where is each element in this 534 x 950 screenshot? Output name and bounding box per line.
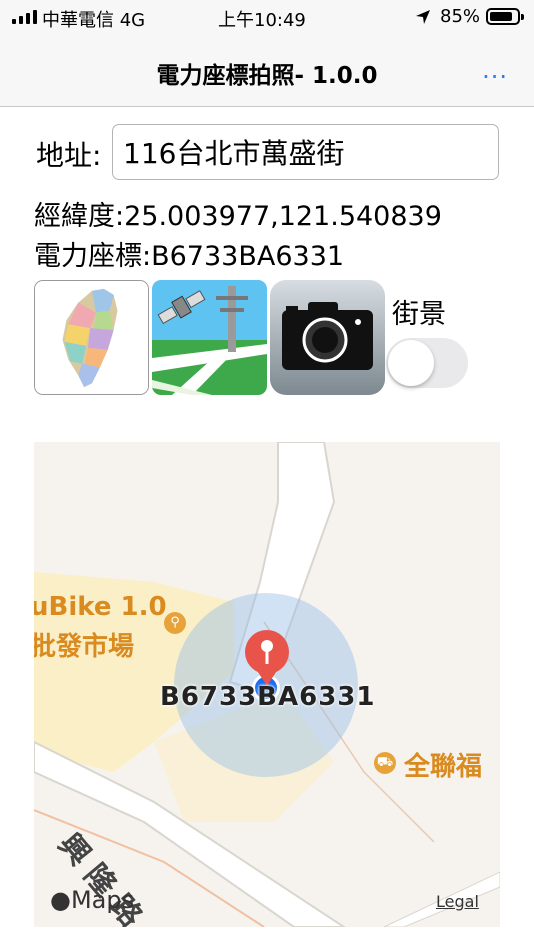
address-input[interactable] — [112, 124, 499, 180]
shopping-cart-icon: ⛟ — [374, 752, 396, 774]
camera-icon — [270, 280, 385, 395]
navigation-bar: 電力座標拍照- 1.0.0 ... — [0, 36, 534, 107]
location-arrow-icon — [416, 10, 430, 24]
satellite-pole-icon — [152, 280, 267, 395]
coordinates-label: 經緯度: — [34, 201, 125, 232]
taiwan-map-button[interactable] — [34, 280, 149, 395]
map-view[interactable]: uBike 1.0 ⚲ 批發市場 ⛟ 全聯福 興隆路一 B6733BA6331 … — [34, 442, 500, 927]
bike-icon: ⚲ — [164, 612, 186, 634]
taiwan-map-icon — [35, 281, 148, 394]
poi-ubike-label[interactable]: uBike 1.0 — [34, 592, 167, 622]
clock: 上午10:49 — [218, 10, 306, 31]
maps-logo: ●Maps — [50, 886, 134, 914]
street-view-toggle[interactable] — [386, 338, 468, 388]
poi-market-label[interactable]: 批發市場 — [34, 626, 134, 663]
map-pin-icon[interactable] — [242, 630, 292, 688]
marker-label: B6733BA6331 — [160, 682, 376, 712]
battery-icon — [486, 8, 524, 25]
address-label: 地址: — [36, 139, 102, 172]
maps-brand-label: Maps — [70, 886, 135, 914]
gps-pole-button[interactable] — [152, 280, 267, 395]
page-title: 電力座標拍照- 1.0.0 — [156, 63, 378, 89]
camera-button[interactable] — [270, 280, 385, 395]
battery-percent: 85% — [440, 6, 481, 27]
carrier-label: 中華電信 4G — [42, 10, 146, 31]
toggle-knob — [388, 340, 434, 386]
street-view-label: 街景 — [392, 299, 446, 330]
coordinates-value: 25.003977,121.540839 — [124, 201, 442, 232]
apple-logo-icon: ● — [50, 886, 71, 914]
pole-coordinate-value: B6733BA6331 — [151, 241, 345, 272]
pole-coordinate-label: 電力座標: — [34, 241, 152, 272]
status-bar: 中華電信 4G 上午10:49 85% — [0, 0, 534, 36]
signal-icon — [12, 10, 37, 24]
poi-store-label[interactable]: 全聯福 — [404, 746, 482, 783]
coordinates-line: 經緯度:25.003977,121.540839 — [34, 194, 442, 233]
legal-link[interactable]: Legal — [436, 892, 479, 911]
more-button[interactable]: ... — [482, 56, 508, 84]
pole-coordinate-line: 電力座標:B6733BA6331 — [34, 234, 344, 273]
